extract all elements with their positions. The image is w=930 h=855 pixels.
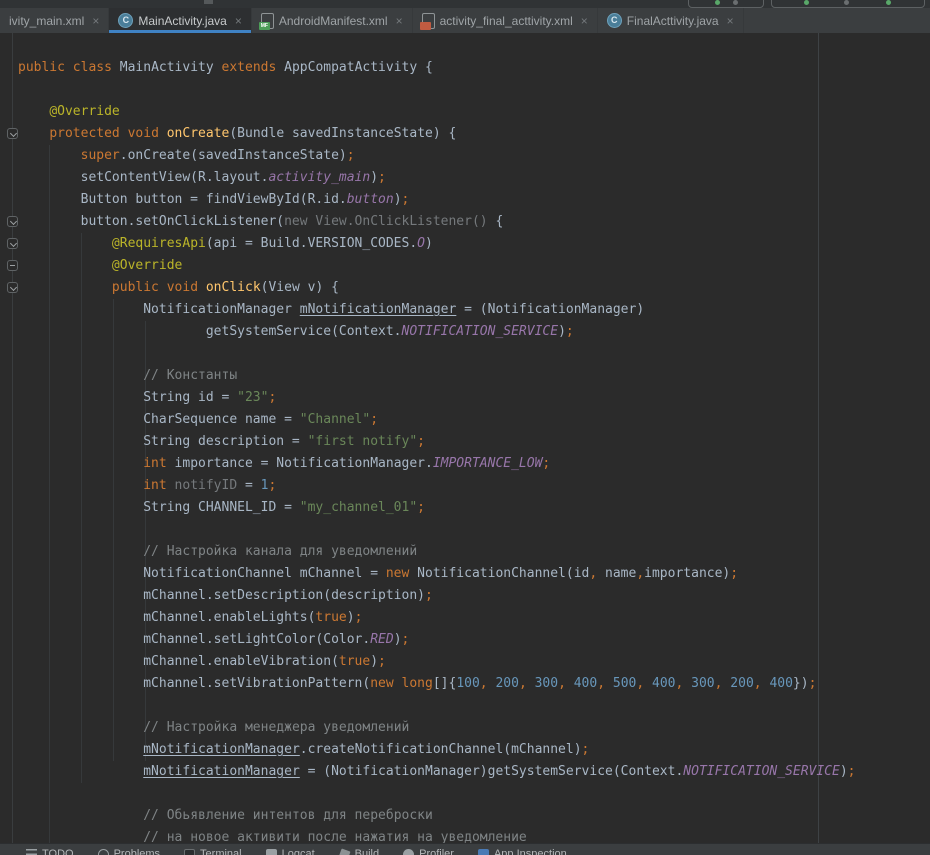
code-line[interactable]: super.onCreate(savedInstanceState);	[18, 145, 930, 167]
tool-window-label: Problems	[114, 848, 160, 855]
logcat-icon	[266, 849, 277, 855]
layout-xml-file-icon	[422, 13, 435, 29]
fold-marker-icon[interactable]	[7, 128, 18, 139]
tool-window-button-problems[interactable]: Problems	[98, 848, 160, 855]
run-icon	[715, 0, 720, 5]
tab-label: ivity_main.xml	[9, 14, 84, 28]
ide-window: ivity_main.xml × C MainActivity.java × MF Andr…	[0, 0, 930, 855]
gutter-fold-guide	[12, 33, 13, 843]
tool-window-bar: TODO Problems Terminal Logcat Build Profiler A…	[0, 843, 930, 855]
code-line[interactable]: // Константы	[18, 365, 930, 387]
toolbar-fragment	[204, 0, 213, 4]
close-icon[interactable]: ×	[92, 15, 99, 27]
tab-label: MainActivity.java	[138, 14, 226, 28]
run-icon	[886, 0, 891, 5]
code-line[interactable]: // Настройка канала для уведомлений	[18, 541, 930, 563]
code-line[interactable]: String CHANNEL_ID = "my_channel_01";	[18, 497, 930, 519]
editor-tab-bar: ivity_main.xml × C MainActivity.java × MF Andr…	[0, 8, 930, 33]
code-line[interactable]	[18, 783, 930, 805]
code-line[interactable]: // Настройка менеджера уведомлений	[18, 717, 930, 739]
editor-tab-ivity_main.xml[interactable]: ivity_main.xml ×	[0, 8, 109, 33]
code-line[interactable]: @RequiresApi(api = Build.VERSION_CODES.O…	[18, 233, 930, 255]
code-line[interactable]: button.setOnClickListener(new View.OnCli…	[18, 211, 930, 233]
close-icon[interactable]: ×	[235, 15, 242, 27]
code-area[interactable]: public class MainActivity extends AppCom…	[18, 57, 930, 843]
code-line[interactable]: // Обьявление интентов для переброски	[18, 805, 930, 827]
toolbar-strip	[0, 0, 930, 8]
code-line[interactable]: CharSequence name = "Channel";	[18, 409, 930, 431]
code-line[interactable]: NotificationChannel mChannel = new Notif…	[18, 563, 930, 585]
todo-icon	[26, 849, 37, 855]
widget-dot-icon	[844, 0, 849, 5]
code-line[interactable]: mChannel.setLightColor(Color.RED);	[18, 629, 930, 651]
close-icon[interactable]: ×	[581, 15, 588, 27]
code-line[interactable]: mChannel.setVibrationPattern(new long[]{…	[18, 673, 930, 695]
fold-marker-icon[interactable]	[7, 282, 18, 293]
close-icon[interactable]: ×	[727, 15, 734, 27]
terminal-icon	[184, 849, 195, 855]
code-line[interactable]: public class MainActivity extends AppCom…	[18, 57, 930, 79]
tool-window-buttons: TODO Problems Terminal Logcat Build Profiler A…	[0, 844, 930, 855]
app-inspection-icon	[478, 849, 489, 855]
tab-label: AndroidManifest.xml	[279, 14, 388, 28]
code-line[interactable]: String id = "23";	[18, 387, 930, 409]
code-line[interactable]: protected void onCreate(Bundle savedInst…	[18, 123, 930, 145]
code-line[interactable]: // на новое активити после нажатия на ув…	[18, 827, 930, 843]
tab-label: FinalActtivity.java	[627, 14, 719, 28]
run-widget[interactable]	[688, 0, 764, 8]
tool-window-label: Logcat	[282, 848, 315, 855]
code-line[interactable]: mChannel.setDescription(description);	[18, 585, 930, 607]
tool-window-button-build[interactable]: Build	[339, 848, 379, 855]
editor-tab-MainActivity.java[interactable]: C MainActivity.java ×	[109, 8, 252, 33]
tool-window-button-profiler[interactable]: Profiler	[403, 848, 454, 855]
code-line[interactable]: String description = "first notify";	[18, 431, 930, 453]
fold-marker-icon[interactable]	[7, 238, 18, 249]
tool-window-label: TODO	[42, 848, 74, 855]
code-line[interactable]	[18, 343, 930, 365]
code-line[interactable]: mNotificationManager.createNotificationC…	[18, 739, 930, 761]
java-class-icon: C	[118, 13, 133, 28]
code-line[interactable]: int importance = NotificationManager.IMP…	[18, 453, 930, 475]
build-icon	[338, 848, 350, 855]
tool-window-label: Profiler	[419, 848, 454, 855]
code-line[interactable]	[18, 519, 930, 541]
code-line[interactable]	[18, 79, 930, 101]
code-line[interactable]	[18, 695, 930, 717]
close-icon[interactable]: ×	[396, 15, 403, 27]
code-line[interactable]: getSystemService(Context.NOTIFICATION_SE…	[18, 321, 930, 343]
tool-window-label: App Inspection	[494, 848, 567, 855]
run-icon	[804, 0, 809, 5]
code-line[interactable]: @Override	[18, 255, 930, 277]
fold-marker-icon[interactable]	[7, 216, 18, 227]
code-line[interactable]: setContentView(R.layout.activity_main);	[18, 167, 930, 189]
fold-marker-icon[interactable]	[7, 260, 18, 271]
java-class-icon: C	[607, 13, 622, 28]
code-line[interactable]: @Override	[18, 101, 930, 123]
code-line[interactable]: mChannel.enableVibration(true);	[18, 651, 930, 673]
widget-dot-icon	[733, 0, 738, 5]
code-line[interactable]: Button button = findViewById(R.id.button…	[18, 189, 930, 211]
code-line[interactable]: public void onClick(View v) {	[18, 277, 930, 299]
tool-window-label: Terminal	[200, 848, 242, 855]
code-line[interactable]: mChannel.enableLights(true);	[18, 607, 930, 629]
device-widget[interactable]	[771, 0, 925, 8]
tool-window-button-app-inspection[interactable]: App Inspection	[478, 848, 567, 855]
tool-window-label: Build	[355, 848, 379, 855]
code-editor[interactable]: public class MainActivity extends AppCom…	[0, 33, 930, 843]
code-line[interactable]: mNotificationManager = (NotificationMana…	[18, 761, 930, 783]
profiler-icon	[403, 849, 414, 855]
tool-window-button-todo[interactable]: TODO	[26, 848, 74, 855]
tab-label: activity_final_acttivity.xml	[440, 14, 573, 28]
problems-icon	[98, 849, 109, 855]
editor-tab-activity_final_acttivity.xml[interactable]: activity_final_acttivity.xml ×	[413, 8, 598, 33]
code-line[interactable]: NotificationManager mNotificationManager…	[18, 299, 930, 321]
code-line[interactable]: int notifyID = 1;	[18, 475, 930, 497]
editor-tab-AndroidManifest.xml[interactable]: MF AndroidManifest.xml ×	[252, 8, 413, 33]
editor-tab-FinalActtivity.java[interactable]: C FinalActtivity.java ×	[598, 8, 744, 33]
manifest-file-icon: MF	[261, 13, 274, 29]
tool-window-button-logcat[interactable]: Logcat	[266, 848, 315, 855]
tool-window-button-terminal[interactable]: Terminal	[184, 848, 242, 855]
